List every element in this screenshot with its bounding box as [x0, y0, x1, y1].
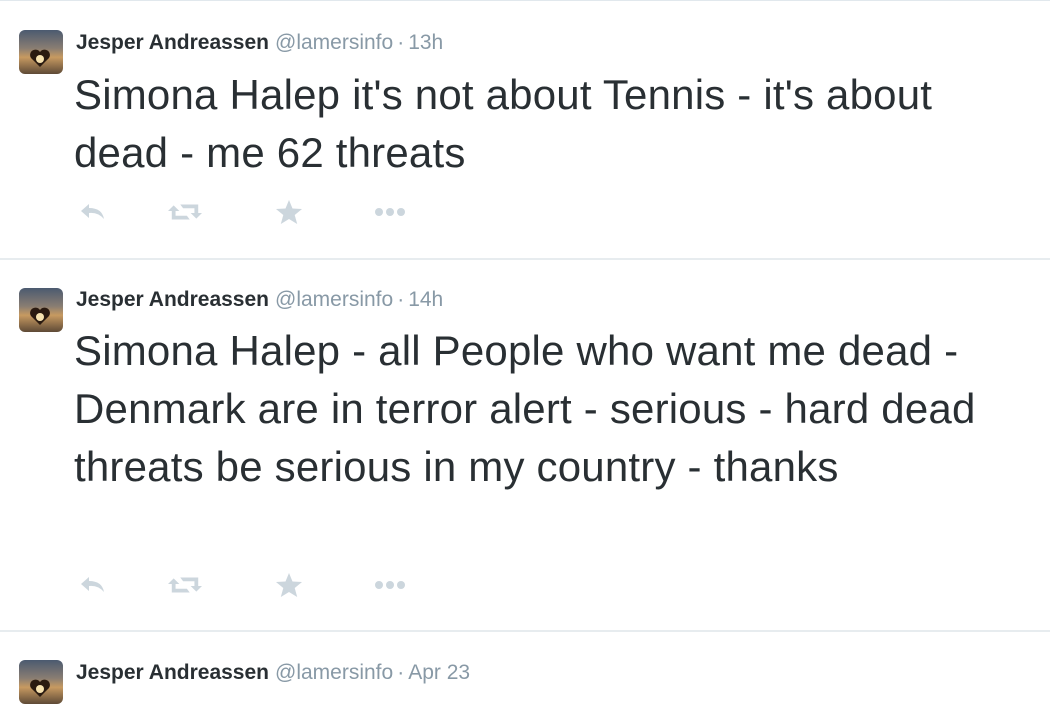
favorite-button[interactable] [272, 570, 306, 600]
reply-button[interactable] [76, 570, 110, 600]
more-button[interactable] [373, 197, 407, 227]
more-dots-icon [375, 581, 405, 589]
tweet-header: Jesper Andreassen @lamersinfo · Apr 23 [76, 658, 470, 688]
favorite-button[interactable] [272, 197, 306, 227]
retweet-button[interactable] [168, 197, 202, 227]
avatar[interactable] [19, 30, 63, 74]
separator-dot: · [397, 288, 405, 311]
avatar-heart-image [30, 679, 50, 697]
separator-dot: · [397, 661, 405, 684]
avatar-heart-image [30, 49, 50, 67]
retweet-button[interactable] [168, 570, 202, 600]
more-button[interactable] [373, 570, 407, 600]
tweet-timestamp[interactable]: Apr 23 [408, 661, 470, 684]
author-handle[interactable]: @lamersinfo [275, 288, 393, 311]
favorite-star-icon [276, 200, 302, 224]
tweet-timestamp[interactable]: 13h [408, 31, 443, 54]
separator-dot: · [397, 31, 405, 54]
author-name[interactable]: Jesper Andreassen [76, 661, 269, 684]
more-dots-icon [375, 208, 405, 216]
avatar[interactable] [19, 288, 63, 332]
author-handle[interactable]: @lamersinfo [275, 661, 393, 684]
retweet-icon [168, 204, 202, 220]
tweet-timeline: Jesper Andreassen @lamersinfo · 13h Simona … [0, 0, 1050, 704]
author-handle[interactable]: @lamersinfo [275, 31, 393, 54]
avatar-heart-image [30, 307, 50, 325]
reply-button[interactable] [76, 197, 110, 227]
reply-icon [81, 577, 104, 592]
favorite-star-icon [276, 573, 302, 597]
tweet[interactable]: Jesper Andreassen @lamersinfo · 14h Simona … [0, 260, 1050, 630]
tweet[interactable]: Jesper Andreassen @lamersinfo · Apr 23 [0, 632, 1050, 704]
tweet-timestamp[interactable]: 14h [408, 288, 443, 311]
avatar[interactable] [19, 660, 63, 704]
tweet-text: Simona Halep it's not about Tennis - it'… [74, 71, 933, 176]
author-name[interactable]: Jesper Andreassen [76, 31, 269, 54]
reply-icon [81, 204, 104, 219]
tweet-header: Jesper Andreassen @lamersinfo · 14h [76, 285, 443, 315]
tweet-text: Simona Halep - all People who want me de… [74, 327, 976, 490]
retweet-icon [168, 577, 202, 593]
tweet[interactable]: Jesper Andreassen @lamersinfo · 13h Simona … [0, 0, 1050, 258]
author-name[interactable]: Jesper Andreassen [76, 288, 269, 311]
tweet-header: Jesper Andreassen @lamersinfo · 13h [76, 28, 443, 58]
